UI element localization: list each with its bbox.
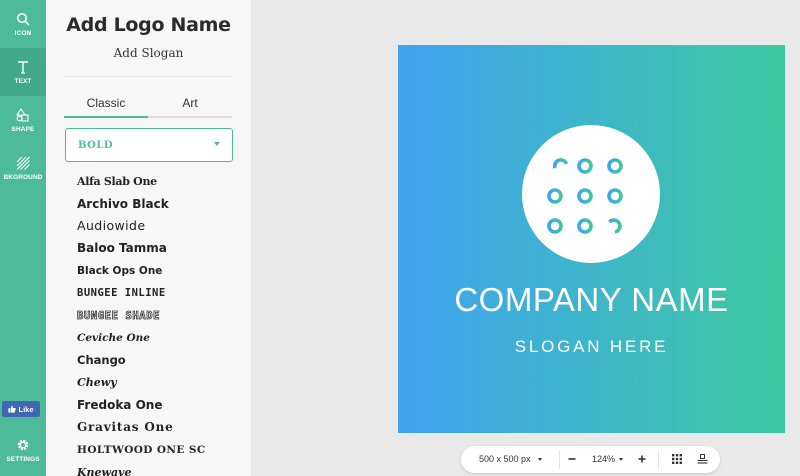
font-item-chango[interactable]: Chango	[77, 349, 247, 371]
divider	[64, 76, 232, 77]
chevron-down-icon	[619, 458, 624, 462]
slogan-text[interactable]: SLOGAN HERE	[398, 337, 785, 357]
zoom-in-button[interactable]	[632, 449, 652, 469]
grid-icon	[672, 454, 682, 464]
font-item-bungee-inline[interactable]: BUNGEE INLINE	[77, 282, 247, 304]
logo-name-field[interactable]: Add Logo Name	[46, 14, 251, 36]
font-item-black-ops-one[interactable]: Black Ops One	[77, 260, 247, 282]
chevron-down-icon	[537, 458, 542, 462]
font-item-ceviche-one[interactable]: Ceviche One	[77, 327, 247, 349]
font-item-knewave[interactable]: Knewave	[77, 461, 247, 476]
tool-rail: ICON TEXT SHAPE BKGROUND Like SETTINGS	[0, 0, 46, 476]
font-list: Alfa Slab One Archivo Black Audiowide Ba…	[77, 170, 247, 476]
font-item-gravitas-one[interactable]: Gravitas One	[77, 416, 247, 438]
canvas-size-select[interactable]: 500 x 500 px	[479, 454, 542, 464]
font-item-audiowide[interactable]: Audiowide	[77, 215, 247, 237]
shapes-icon	[16, 107, 29, 122]
background-hatch-icon	[16, 156, 30, 170]
font-item-archivo-black[interactable]: Archivo Black	[77, 192, 247, 214]
thumbs-up-icon	[8, 405, 17, 413]
rail-item-label: TEXT	[14, 77, 32, 85]
font-item-bungee-shade[interactable]: BUNGEE SHADE	[77, 304, 247, 326]
rail-item-text[interactable]: TEXT	[0, 48, 46, 96]
chevron-down-icon	[214, 142, 220, 146]
rail-item-shape[interactable]: SHAPE	[0, 96, 46, 144]
font-item-fredoka-one[interactable]: Fredoka One	[77, 394, 247, 416]
active-tab-indicator	[64, 116, 148, 118]
rail-item-label: BKGROUND	[3, 173, 43, 181]
dot-grid-icon	[547, 158, 623, 234]
font-item-holtwood-one-sc[interactable]: HOLTWOOD ONE SC	[77, 439, 247, 461]
minus-icon	[568, 458, 576, 460]
text-t-icon	[18, 60, 28, 74]
canvas-toolbar: 500 x 500 px 124%	[461, 446, 720, 473]
logo-canvas[interactable]: COMPANY NAME SLOGAN HERE	[398, 45, 785, 433]
tab-art[interactable]: Art	[148, 96, 232, 110]
rail-item-icon[interactable]: ICON	[0, 0, 46, 48]
font-item-alfa-slab-one[interactable]: Alfa Slab One	[77, 170, 247, 192]
toolbar-divider	[658, 450, 659, 469]
rail-item-background[interactable]: BKGROUND	[0, 144, 46, 192]
company-name-text[interactable]: COMPANY NAME	[398, 281, 785, 319]
font-category-select[interactable]: BOLD	[65, 128, 233, 162]
canvas-size-value: 500 x 500 px	[479, 454, 531, 464]
tab-classic[interactable]: Classic	[64, 96, 148, 110]
grid-toggle-button[interactable]	[667, 449, 687, 469]
align-button[interactable]	[692, 449, 712, 469]
slogan-field[interactable]: Add Slogan	[46, 46, 251, 60]
align-center-icon	[697, 454, 707, 464]
font-category-value: BOLD	[78, 140, 114, 151]
text-panel: Add Logo Name Add Slogan Classic Art BOL…	[46, 0, 251, 476]
rail-item-label: ICON	[14, 29, 32, 37]
gear-icon	[17, 439, 29, 450]
font-tabs: Classic Art	[64, 96, 232, 118]
logo-icon-badge[interactable]	[522, 125, 660, 263]
zoom-select[interactable]: 124%	[592, 454, 624, 464]
rail-item-label: SETTINGS	[6, 455, 40, 463]
font-item-chewy[interactable]: Chewy	[77, 372, 247, 394]
font-item-baloo-tamma[interactable]: Baloo Tamma	[77, 237, 247, 259]
facebook-like-button[interactable]: Like	[2, 401, 40, 417]
zoom-out-button[interactable]	[562, 449, 582, 469]
like-label: Like	[18, 404, 34, 414]
zoom-value: 124%	[592, 454, 616, 464]
toolbar-divider	[559, 450, 560, 469]
plus-icon	[638, 455, 646, 463]
rail-item-label: SHAPE	[11, 125, 35, 133]
rail-item-settings[interactable]: SETTINGS	[0, 426, 46, 474]
search-icon	[16, 12, 30, 26]
